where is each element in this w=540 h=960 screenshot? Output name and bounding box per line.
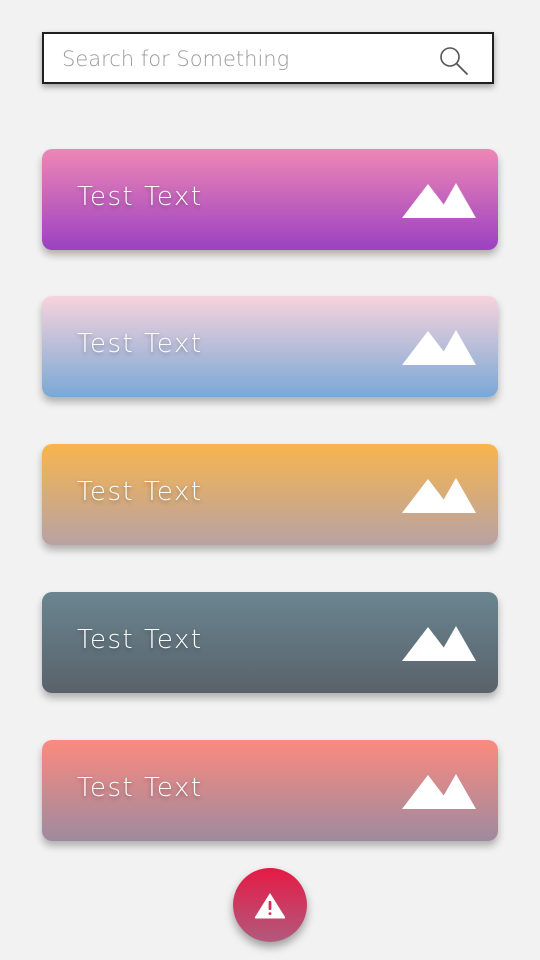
card-label: Test Text [77,329,203,359]
search-icon[interactable] [438,45,470,77]
card-label: Test Text [77,625,203,655]
mountain-icon [402,173,478,219]
mountain-icon [402,468,478,514]
card-3[interactable]: Test Text [42,444,498,545]
warning-icon [253,890,287,920]
card-2[interactable]: Test Text [42,296,498,397]
search-bar [42,32,494,84]
card-1[interactable]: Test Text [42,149,498,250]
card-4[interactable]: Test Text [42,592,498,693]
card-label: Test Text [77,182,203,212]
mountain-icon [402,320,478,366]
warning-fab-button[interactable] [233,868,307,942]
card-label: Test Text [77,477,203,507]
search-input[interactable] [62,42,422,76]
card-5[interactable]: Test Text [42,740,498,841]
mountain-icon [402,616,478,662]
card-label: Test Text [77,773,203,803]
mountain-icon [402,764,478,810]
